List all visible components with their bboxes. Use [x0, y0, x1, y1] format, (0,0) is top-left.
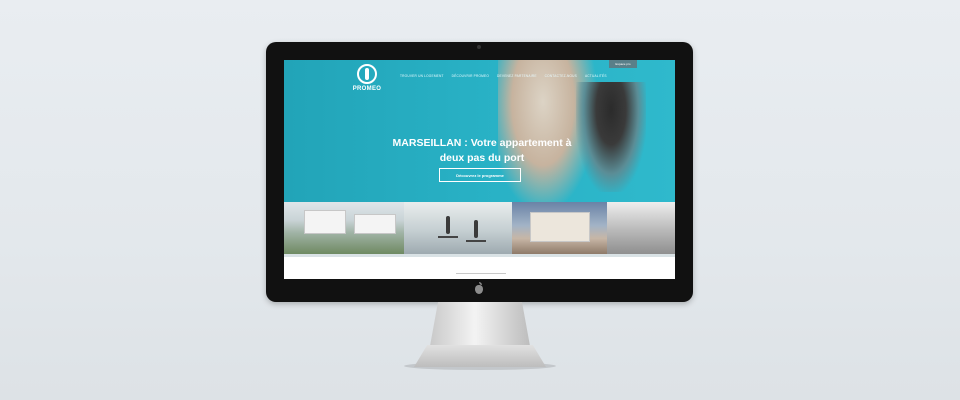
monitor-stand-base — [414, 345, 546, 367]
apple-logo-icon — [475, 282, 483, 294]
hero-banner: PROMEO Espace pro TROUVER UN LOGEMENT DÉ… — [284, 60, 675, 202]
logo-text: PROMEO — [352, 86, 382, 92]
hero-headline: MARSEILLAN : Votre appartement à deux pa… — [392, 137, 572, 164]
hero-photo-man — [576, 82, 646, 192]
nav-item-trouver-logement[interactable]: TROUVER UN LOGEMENT — [400, 74, 444, 78]
gallery-image-building[interactable] — [512, 202, 607, 254]
building-shape — [354, 214, 396, 234]
building-shape — [530, 212, 590, 242]
paddler-figure — [446, 216, 450, 234]
decouvrez-programme-button[interactable]: Découvrez le programme — [439, 168, 521, 182]
gallery-image-beach[interactable] — [607, 202, 675, 254]
nav-item-decouvrir-promeo[interactable]: DÉCOUVRIR PROMEO — [452, 74, 489, 78]
website-screen: PROMEO Espace pro TROUVER UN LOGEMENT DÉ… — [284, 60, 675, 279]
main-nav: TROUVER UN LOGEMENT DÉCOUVRIR PROMEO DEV… — [400, 74, 607, 78]
monitor-stand-neck — [430, 302, 530, 346]
paddle-board — [466, 240, 486, 242]
section-divider — [284, 254, 675, 257]
espace-pro-button[interactable]: Espace pro — [609, 60, 637, 68]
monitor: PROMEO Espace pro TROUVER UN LOGEMENT DÉ… — [266, 42, 693, 302]
gallery-image-paddle[interactable] — [404, 202, 512, 254]
logo-icon — [357, 64, 377, 84]
nav-item-contactez-nous[interactable]: CONTACTEZ-NOUS — [545, 74, 577, 78]
content-section — [284, 254, 675, 279]
photo-gallery-strip — [284, 202, 675, 254]
gallery-image-residence[interactable] — [284, 202, 404, 254]
paddle-board — [438, 236, 458, 238]
nav-item-devenez-partenaire[interactable]: DEVENEZ PARTENAIRE — [497, 74, 537, 78]
building-shape — [304, 210, 346, 234]
section-heading-line — [456, 273, 506, 274]
camera-dot — [477, 45, 481, 49]
promeo-logo[interactable]: PROMEO — [352, 64, 382, 92]
paddler-figure — [474, 220, 478, 238]
nav-item-actualites[interactable]: ACTUALITÉS — [585, 74, 607, 78]
